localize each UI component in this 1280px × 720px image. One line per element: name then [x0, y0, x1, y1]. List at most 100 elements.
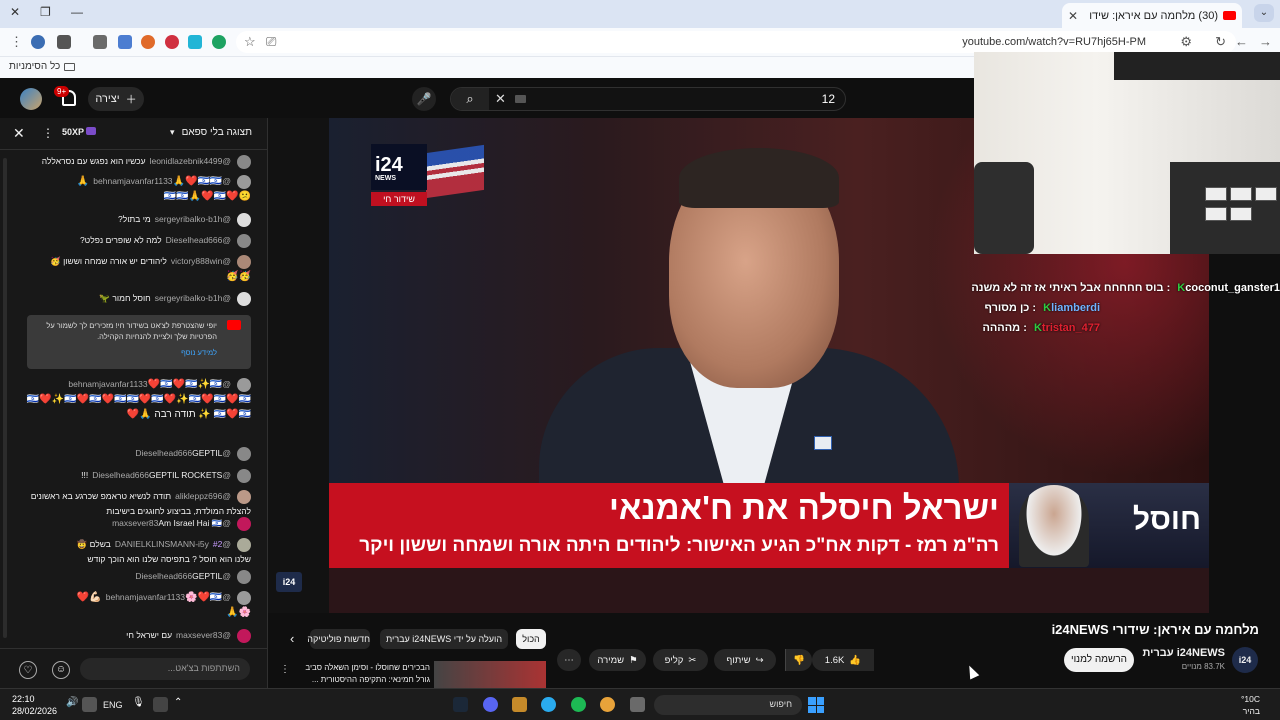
chat-message: @Dieselhead666GEPTIL ROCKETS!!! [23, 468, 251, 483]
chip-all[interactable]: הכול [516, 629, 546, 649]
clear-search-icon[interactable]: ✕ [495, 91, 506, 107]
learn-more-link[interactable]: למידע נוסף [35, 347, 217, 358]
browser-tab-active[interactable]: (30) מלחמה עם איראן: שידו ✕ [1062, 3, 1242, 28]
more-actions-button[interactable]: ⋯ [557, 649, 581, 671]
kick-icon: K [1043, 302, 1052, 314]
notice-text: יופי שהצטרפת לצ'אט בשידור חי! מזכירים לך… [46, 321, 217, 341]
search-icon[interactable]: ⌕ [451, 88, 489, 110]
chevron-up-icon[interactable]: ⌃ [174, 697, 189, 712]
discord-icon[interactable] [483, 697, 498, 712]
search-query-text: 12 [821, 92, 835, 106]
site-info-icon[interactable]: ⚙ [1180, 34, 1192, 50]
i24-logo-mark: i24 NEWS [371, 144, 427, 190]
live-chat-panel: ✕ ⋮ 50XP ▾ תצוגה בלי ספאם @leonidlazebni… [0, 118, 268, 688]
menu-icon[interactable]: ⋮ [10, 34, 23, 50]
extension-icon[interactable] [57, 35, 71, 49]
forward-icon[interactable]: → [1259, 34, 1272, 49]
flag-icon [426, 144, 484, 199]
volume-icon[interactable]: 🔊 [66, 697, 81, 712]
bookmark-star-icon[interactable]: ☆ [244, 34, 256, 50]
chat-text: ליהודים יש אורה שמחה וששון 🥳 [50, 256, 167, 266]
app-icon[interactable] [512, 697, 527, 712]
chat-username[interactable]: @victory888win [171, 256, 231, 266]
extension-icon[interactable] [165, 35, 179, 49]
voice-search-mic-icon[interactable]: 🎤 [412, 87, 436, 111]
flag-pin-icon [814, 436, 832, 450]
chat-username[interactable]: @leonidlazebnik4499 [150, 156, 231, 166]
microphone-icon[interactable]: 🎙 [132, 697, 147, 712]
chat-scrollbar[interactable] [3, 158, 7, 638]
clock-date: 28/02/2026 [12, 706, 58, 716]
create-button[interactable]: יצירה ＋ [88, 87, 144, 111]
emoji-picker-icon[interactable]: ☺ [52, 661, 70, 679]
heart-reaction-icon[interactable]: ♡ [19, 661, 37, 679]
subscribe-button[interactable]: הרשמה למנוי [1064, 648, 1134, 672]
save-button[interactable]: שמירה ⚑ [589, 649, 646, 671]
create-label: יצירה [95, 93, 120, 105]
more-options-icon[interactable]: ⋮ [280, 664, 290, 675]
cast-icon[interactable]: ⎚ [266, 34, 276, 50]
window-minimize-icon[interactable]: — [71, 5, 83, 19]
window-restore-icon[interactable]: ❐ [40, 5, 51, 19]
xp-badge[interactable]: 50XP [62, 127, 97, 137]
chat-username[interactable]: @sergeyribalko-b1h [155, 214, 231, 224]
chat-message-input[interactable]: השתתפות בצ'אט... [80, 658, 250, 680]
weather-widget[interactable]: °10C בהיר [1241, 693, 1260, 717]
window-close-icon[interactable]: ✕ [10, 5, 20, 19]
clip-button[interactable]: קליפ ✂ [653, 649, 708, 671]
chat-text: ❤️🇮🇱❤️🇮🇱✨🇮🇱 [147, 379, 223, 390]
recommended-video-title[interactable]: הבכירים שחוסלו - וסימן השאלה סביב גורל ח… [290, 662, 430, 686]
address-bar[interactable]: ☆ ⎚ youtube.com/watch?v=RU7hj65H-PM ⚙ [236, 31, 1236, 53]
extension-icon[interactable] [31, 35, 45, 49]
close-chat-icon[interactable]: ✕ [13, 125, 25, 142]
search-input[interactable]: ⌕ ✕ 12 [450, 87, 846, 111]
extension-icon[interactable] [93, 35, 107, 49]
chat-message: @Dieselhead666GEPTIL [23, 446, 251, 461]
taskbar-clock[interactable]: 22:10 28/02/2026 [12, 693, 57, 717]
chat-mode-select[interactable]: תצוגה בלי ספאם [182, 127, 252, 138]
chat-header: ✕ ⋮ 50XP ▾ תצוגה בלי ספאם [0, 118, 268, 150]
steam-icon[interactable] [453, 697, 468, 712]
language-indicator[interactable]: ENG [103, 700, 123, 710]
channel-name[interactable]: i24NEWS עברית [1142, 647, 1225, 659]
reload-icon[interactable]: ↻ [1215, 34, 1226, 50]
extension-icon[interactable] [212, 35, 226, 49]
avatar [237, 155, 251, 169]
network-icon[interactable] [82, 697, 97, 712]
chat-username[interactable]: @sergeyribalko-b1h [155, 293, 231, 303]
chat-username[interactable]: @maxsever83 [176, 630, 231, 640]
telegram-icon[interactable] [541, 697, 556, 712]
channel-watermark[interactable]: i24 [276, 572, 302, 592]
desk-image [1170, 162, 1280, 254]
bookmarks-folder[interactable]: כל הסימניות [9, 61, 76, 72]
notification-off-icon[interactable] [153, 697, 168, 712]
spotify-icon[interactable] [571, 697, 586, 712]
share-button[interactable]: שיתוף ↪ [714, 649, 776, 671]
extension-icon[interactable] [118, 35, 132, 49]
chevron-down-icon[interactable]: ▾ [170, 127, 175, 138]
recommended-video-thumbnail[interactable] [434, 661, 546, 689]
more-options-icon[interactable]: ⋮ [42, 126, 54, 140]
like-button[interactable]: 1.6K 👍 [812, 649, 874, 671]
tab-search-icon[interactable]: ⌄ [1254, 4, 1274, 22]
avatar[interactable] [20, 88, 42, 110]
channel-avatar[interactable]: i24 [1232, 647, 1258, 673]
extension-icon[interactable] [188, 35, 202, 49]
keyboard-icon[interactable] [515, 95, 526, 103]
chip-uploaded-by[interactable]: הועלה על ידי i24NEWS עברית [380, 629, 508, 649]
chat-username[interactable]: @Dieselhead666 [166, 235, 231, 245]
back-icon[interactable]: ← [1235, 34, 1248, 49]
screen: ✕ ❐ — + (30) מלחמה עם איראן: שידו ✕ ⌄ ⋮ … [0, 0, 1280, 720]
chip-news-politics[interactable]: חדשות פוליטיקה [307, 629, 370, 649]
chat-message: @DANIELKLINSMANN-i5y#2בשלם 🤠 שלנו הוא חוס… [23, 537, 251, 567]
dislike-button[interactable]: 👎 [785, 649, 812, 671]
windows-start-icon[interactable] [808, 697, 824, 713]
chat-username[interactable]: @alikleppz696 [175, 491, 231, 501]
chrome-icon[interactable] [600, 697, 615, 712]
tab-close-icon[interactable]: ✕ [1068, 9, 1078, 23]
taskbar-search-input[interactable]: חיפוש [654, 695, 802, 715]
chat-text-continued: 🇮🇱❤️✨🇮🇱❤️🇮🇱❤️🇮🇱🇮🇱❤️🇮🇱❤️✨🇮🇱❤️🇮🇱❤️🇮🇱🇮🇱❤️🇮🇱… [26, 394, 251, 420]
chevron-left-icon[interactable]: ‹ [290, 631, 294, 646]
task-view-icon[interactable] [630, 697, 645, 712]
extension-icon[interactable] [141, 35, 155, 49]
